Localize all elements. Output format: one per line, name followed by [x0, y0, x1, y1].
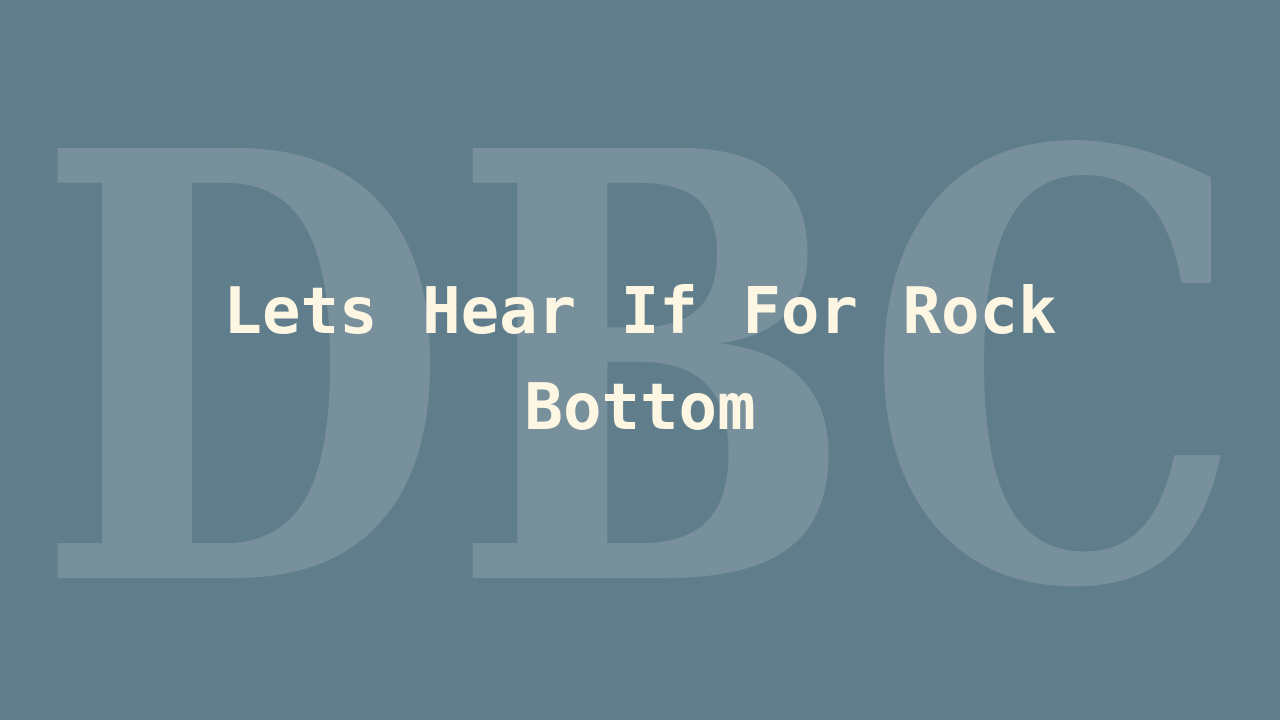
page-title: Lets Hear If For Rock Bottom	[160, 264, 1120, 456]
title-card: DBC Lets Hear If For Rock Bottom	[0, 0, 1280, 720]
title-line-1: Lets Hear If For Rock	[223, 275, 1057, 349]
title-line-2: Bottom	[524, 371, 756, 445]
